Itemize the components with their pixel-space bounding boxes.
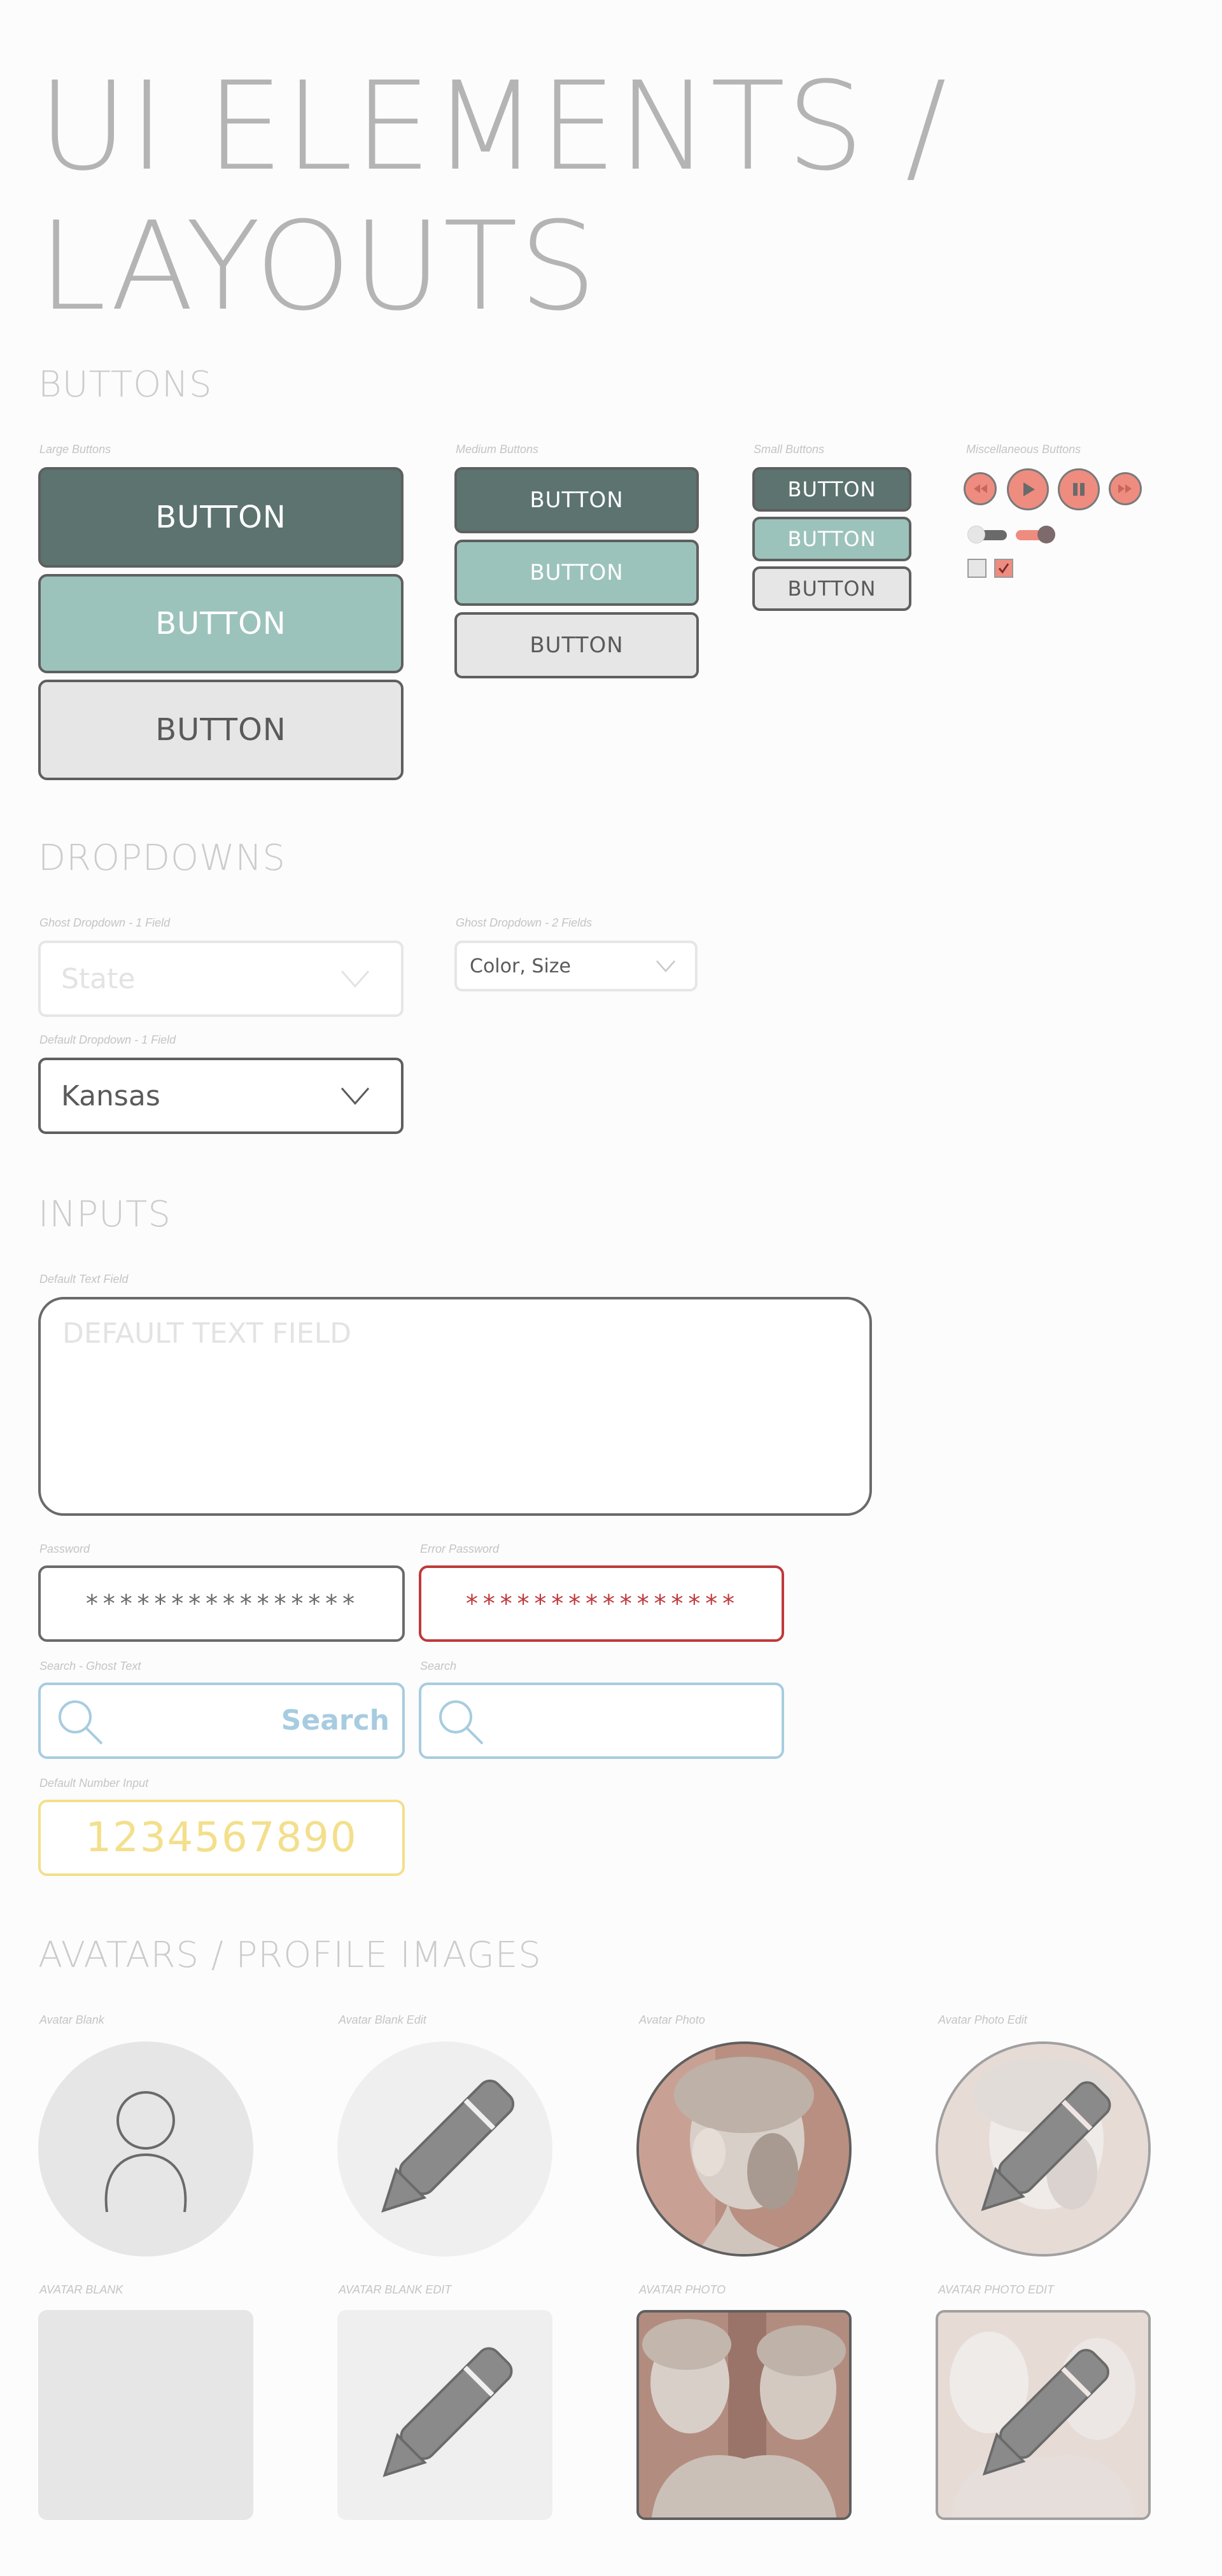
search-icon — [59, 1700, 103, 1745]
pencil-icon — [381, 2079, 515, 2213]
chevron-down-icon — [341, 970, 370, 988]
search-label: Search — [420, 1660, 457, 1672]
small-dark-button[interactable]: BUTTON — [752, 467, 911, 512]
avatar-blank-edit-label: Avatar Blank Edit — [339, 2013, 426, 2026]
text-field-label: Default Text Field — [39, 1273, 129, 1285]
avatar-blank-edit-circle[interactable] — [337, 2041, 552, 2257]
search-placeholder: Search — [281, 1704, 390, 1737]
error-password-value: **************** — [464, 1590, 739, 1618]
search-ghost-label: Search - Ghost Text — [39, 1660, 141, 1672]
number-value: 1234567890 — [85, 1814, 358, 1861]
inputs-section-heading: INPUTS — [38, 1194, 171, 1235]
rewind-button[interactable] — [964, 472, 997, 505]
default-dropdown-value: Kansas — [61, 1079, 160, 1112]
password-field[interactable]: **************** — [38, 1565, 405, 1642]
play-icon — [1023, 482, 1035, 496]
dropdowns-section-heading: DROPDOWNS — [38, 837, 286, 879]
ghost-dropdown-1-label: Ghost Dropdown - 1 Field — [39, 916, 171, 929]
password-label: Password — [39, 1543, 90, 1555]
default-dropdown-label: Default Dropdown - 1 Field — [39, 1033, 176, 1046]
avatar-blank-edit-square-label: AVATAR BLANK EDIT — [339, 2283, 452, 2296]
ghost-dropdown-2[interactable]: Color, Size — [454, 941, 698, 991]
user-icon — [104, 2091, 187, 2213]
default-text-field[interactable]: DEFAULT TEXT FIELD — [38, 1297, 872, 1516]
misc-buttons-label: Miscellaneous Buttons — [966, 443, 1081, 456]
error-password-label: Error Password — [420, 1543, 500, 1555]
pencil-icon — [981, 2081, 1111, 2211]
avatar-photo-edit-square[interactable] — [936, 2310, 1151, 2520]
medium-dark-button[interactable]: BUTTON — [454, 467, 699, 533]
avatar-photo-edit-label: Avatar Photo Edit — [938, 2013, 1027, 2026]
chevron-down-icon — [656, 960, 675, 972]
search-field[interactable] — [419, 1683, 784, 1759]
statues-photo — [639, 2313, 849, 2517]
ghost-dropdown-2-label: Ghost Dropdown - 2 Fields — [456, 916, 593, 929]
avatar-blank-square[interactable] — [38, 2310, 253, 2520]
medium-light-button[interactable]: BUTTON — [454, 612, 699, 678]
large-buttons-label: Large Buttons — [39, 443, 111, 456]
text-field-placeholder: DEFAULT TEXT FIELD — [62, 1317, 351, 1350]
button-label: BUTTON — [155, 712, 286, 748]
button-label: BUTTON — [530, 560, 624, 585]
small-light-button[interactable]: BUTTON — [752, 566, 911, 611]
toggle-off[interactable] — [967, 526, 1008, 543]
avatar-photo-edit-square-label: AVATAR PHOTO EDIT — [938, 2283, 1055, 2296]
button-label: BUTTON — [530, 487, 624, 513]
small-teal-button[interactable]: BUTTON — [752, 517, 911, 561]
search-icon — [439, 1700, 484, 1745]
avatar-photo-label: Avatar Photo — [639, 2013, 705, 2026]
pencil-icon — [383, 2347, 513, 2477]
number-input[interactable]: 1234567890 — [38, 1800, 405, 1876]
error-password-field[interactable]: **************** — [419, 1565, 784, 1642]
fast-forward-button[interactable] — [1109, 472, 1142, 505]
button-label: BUTTON — [155, 606, 286, 641]
button-label: BUTTON — [530, 633, 624, 658]
chevron-down-icon — [341, 1088, 370, 1105]
search-ghost-field[interactable]: Search — [38, 1683, 405, 1759]
statue-photo — [639, 2044, 849, 2254]
number-input-label: Default Number Input — [39, 1777, 149, 1789]
button-label: BUTTON — [155, 500, 286, 535]
checkbox-unchecked[interactable] — [967, 559, 987, 578]
large-light-button[interactable]: BUTTON — [38, 680, 404, 780]
password-value: **************** — [84, 1590, 359, 1618]
button-label: BUTTON — [787, 527, 876, 551]
medium-buttons-label: Medium Buttons — [456, 443, 539, 456]
large-teal-button[interactable]: BUTTON — [38, 574, 404, 673]
avatar-blank-square-label: AVATAR BLANK — [39, 2283, 123, 2296]
avatar-photo-square[interactable] — [636, 2310, 852, 2520]
avatar-photo-circle[interactable] — [636, 2041, 852, 2257]
buttons-section-heading: BUTTONS — [38, 364, 213, 405]
small-buttons-label: Small Buttons — [754, 443, 825, 456]
avatar-blank-label: Avatar Blank — [39, 2013, 104, 2026]
ghost-dropdown-1[interactable]: State — [38, 941, 404, 1017]
button-label: BUTTON — [787, 577, 876, 601]
button-label: BUTTON — [787, 477, 876, 501]
toggle-on[interactable] — [1016, 526, 1057, 543]
avatar-blank-edit-square[interactable] — [337, 2310, 552, 2520]
play-button[interactable] — [1007, 468, 1049, 510]
checkbox-checked[interactable] — [994, 559, 1013, 578]
avatars-section-heading: AVATARS / PROFILE IMAGES — [38, 1935, 542, 1976]
large-dark-button[interactable]: BUTTON — [38, 467, 404, 568]
rewind-icon — [974, 484, 987, 493]
fast-forward-icon — [1118, 484, 1132, 493]
ghost-dropdown-1-value: State — [61, 962, 136, 995]
default-dropdown[interactable]: Kansas — [38, 1058, 404, 1134]
checkmark-icon — [998, 563, 1009, 574]
pencil-icon — [982, 2349, 1109, 2476]
ghost-dropdown-2-value: Color, Size — [470, 955, 571, 977]
pause-button[interactable] — [1058, 468, 1100, 510]
avatar-blank-circle[interactable] — [38, 2041, 253, 2257]
avatar-photo-square-label: AVATAR PHOTO — [639, 2283, 726, 2296]
avatar-photo-edit-circle[interactable] — [936, 2041, 1151, 2257]
pause-icon — [1073, 483, 1085, 496]
page-title: UI ELEMENTS / LAYOUTS — [38, 56, 948, 338]
medium-teal-button[interactable]: BUTTON — [454, 540, 699, 606]
